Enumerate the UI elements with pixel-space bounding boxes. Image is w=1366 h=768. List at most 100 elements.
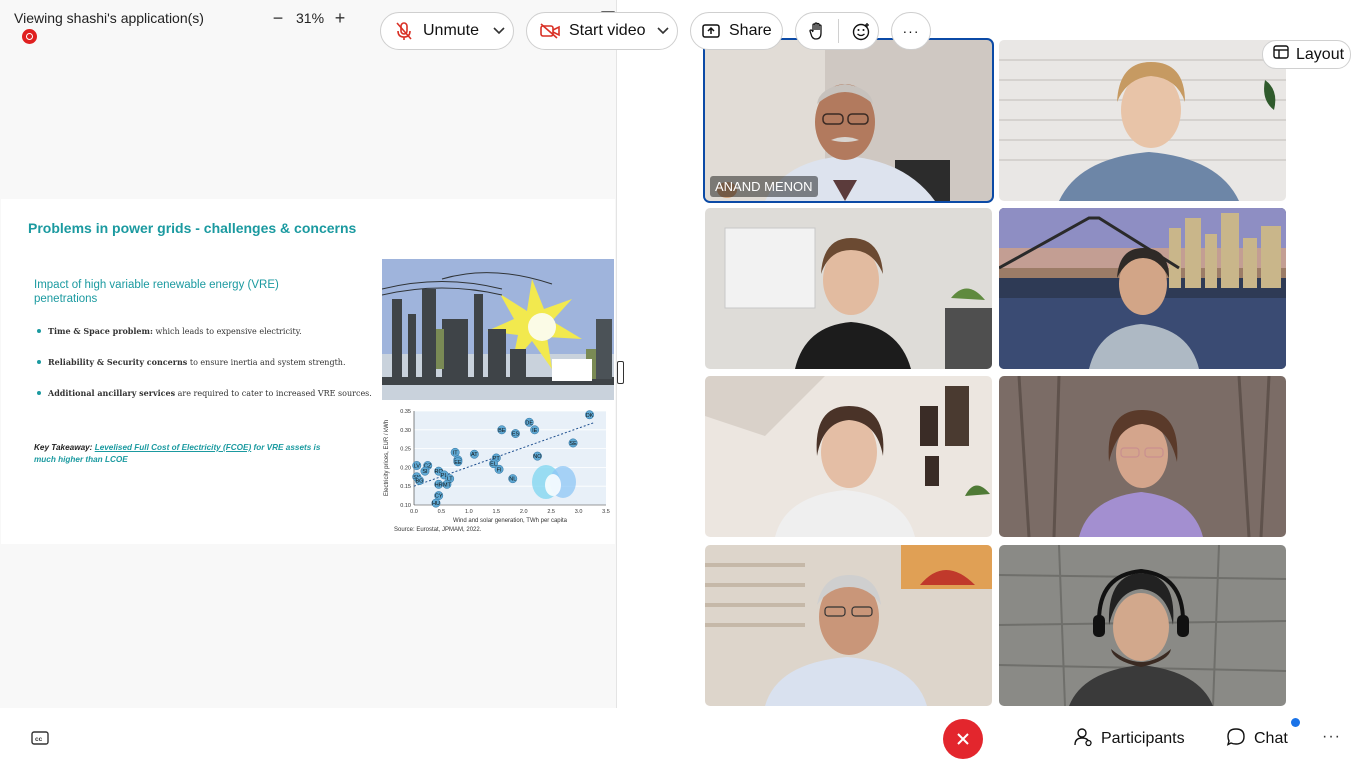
- y-tick-label: 0.20: [400, 465, 411, 471]
- y-axis-label: Electricity prices, EUR / kWh: [384, 420, 390, 496]
- slide-bullet: Time & Space problem: which leads to exp…: [37, 326, 302, 336]
- participants-button[interactable]: Participants: [1073, 727, 1185, 751]
- start-video-button[interactable]: Start video: [526, 12, 678, 50]
- presentation-slide: Problems in power grids - challenges & c…: [1, 199, 615, 544]
- data-point-label: SI: [422, 469, 428, 475]
- shared-content-pane: Viewing shashi's application(s) − 31% + …: [0, 0, 616, 708]
- data-point: BG: [415, 476, 424, 486]
- unmute-label: Unmute: [423, 22, 480, 39]
- share-label: Share: [729, 22, 772, 39]
- data-point-label: EE: [454, 460, 462, 466]
- x-tick-label: 3.0: [575, 509, 583, 515]
- zoom-out-button[interactable]: −: [267, 7, 289, 29]
- pane-divider: [616, 0, 617, 708]
- recording-dot-icon: [22, 29, 37, 44]
- share-screen-icon: [702, 23, 720, 39]
- x-axis-label: Wind and solar generation, TWh per capit…: [453, 518, 568, 524]
- start-video-label: Start video: [569, 22, 646, 39]
- data-point-label: ES: [512, 432, 520, 438]
- data-point: SI: [420, 466, 430, 476]
- y-tick-label: 0.25: [400, 447, 411, 453]
- data-point-label: LV: [414, 464, 421, 470]
- share-title: Viewing shashi's application(s): [14, 10, 204, 26]
- chat-button[interactable]: Chat: [1226, 727, 1288, 751]
- data-point-label: AT: [471, 452, 478, 458]
- data-point: BE: [497, 425, 507, 435]
- data-point: MT: [442, 479, 452, 489]
- bullet-bold: Time & Space problem:: [48, 326, 153, 336]
- participant-tile-3[interactable]: [705, 208, 992, 369]
- data-point: DE: [524, 417, 534, 427]
- bullet-text: to ensure inertia and system strength.: [187, 358, 346, 367]
- data-point-label: MT: [443, 482, 452, 488]
- data-point-label: DE: [525, 420, 533, 426]
- bullet-text: are required to cater to increased VRE s…: [175, 389, 372, 398]
- chat-notification-dot: [1291, 718, 1300, 727]
- y-tick-label: 0.30: [400, 428, 411, 434]
- data-point-label: FI: [497, 467, 502, 473]
- x-tick-label: 2.5: [547, 509, 555, 515]
- participants-icon: [1073, 727, 1093, 752]
- participant-tile-anand-menon[interactable]: ANAND MENON: [703, 38, 994, 203]
- closed-captions-icon: cc: [31, 731, 49, 745]
- captions-button[interactable]: cc: [31, 731, 49, 746]
- chat-bubble-icon: [1226, 727, 1246, 752]
- data-point-label: BG: [416, 479, 424, 485]
- x-tick-label: 0.0: [410, 509, 418, 515]
- x-tick-label: 3.5: [602, 509, 610, 515]
- resize-handle[interactable]: [617, 361, 624, 384]
- participant-tile-4[interactable]: [999, 208, 1286, 369]
- takeaway-link: Levelised Full Cost of Electricity (FCOE…: [94, 443, 252, 452]
- more-options-button[interactable]: ···: [891, 12, 931, 50]
- share-header: Viewing shashi's application(s) − 31% +: [0, 0, 616, 36]
- data-point: ES: [511, 429, 520, 439]
- data-point: EE: [453, 457, 463, 467]
- leave-meeting-button[interactable]: [943, 719, 983, 759]
- zoom-level: 31%: [296, 10, 325, 26]
- slide-bullet: Reliability & Security concerns to ensur…: [37, 357, 346, 367]
- data-point: LV: [412, 461, 422, 470]
- data-point-label: HR: [435, 482, 443, 488]
- chevron-down-icon[interactable]: [657, 27, 670, 35]
- data-point-label: NL: [509, 477, 516, 483]
- participant-tile-8[interactable]: [999, 545, 1286, 706]
- share-button[interactable]: Share: [690, 12, 783, 50]
- layout-grid-icon: [1273, 45, 1289, 64]
- layout-button[interactable]: Layout: [1262, 40, 1351, 69]
- x-tick-label: 1.5: [492, 509, 500, 515]
- participant-tile-7[interactable]: [705, 545, 992, 706]
- x-tick-label: 2.0: [520, 509, 528, 515]
- chat-label: Chat: [1254, 730, 1288, 747]
- copilot-logo: [532, 465, 576, 499]
- reaction-smiley-icon[interactable]: [852, 22, 871, 41]
- chevron-down-icon[interactable]: [493, 27, 505, 35]
- microphone-muted-icon: [395, 21, 413, 41]
- layout-label: Layout: [1296, 45, 1345, 63]
- chart-source: Source: Eurostat, JPMAM, 2022.: [394, 527, 482, 533]
- power-grid-illustration: [382, 259, 614, 400]
- more-options-icon: ···: [902, 23, 920, 39]
- unmute-button[interactable]: Unmute: [380, 12, 514, 50]
- participant-tile-2[interactable]: [999, 40, 1286, 201]
- data-point-label: HU: [432, 501, 440, 507]
- data-point: CY: [434, 491, 444, 501]
- reactions-group: [795, 12, 879, 50]
- video-off-icon: [540, 23, 560, 39]
- participant-tile-6[interactable]: [999, 376, 1286, 537]
- raise-hand-icon[interactable]: [809, 22, 825, 40]
- data-point-label: IE: [532, 428, 538, 434]
- data-point: IT: [450, 447, 460, 457]
- zoom-in-button[interactable]: +: [329, 7, 351, 29]
- overflow-menu-button[interactable]: ···: [1322, 728, 1341, 746]
- divider: [838, 19, 839, 43]
- y-tick-label: 0.15: [400, 484, 411, 490]
- data-point: DK: [585, 410, 594, 420]
- scatter-chart: 0.0 0.5 1.0 1.5 2.0 2.5 3.0 3.5 0.10 0.15 0.20 0.2…: [384, 409, 610, 533]
- bullet-bold: Reliability & Security concerns: [48, 357, 188, 367]
- participant-tile-5[interactable]: [705, 376, 992, 537]
- data-point: IE: [530, 425, 540, 435]
- takeaway-label: Key Takeaway:: [34, 443, 93, 452]
- x-tick-label: 1.0: [465, 509, 473, 515]
- data-point-label: SE: [569, 441, 577, 447]
- bullet-text: which leads to expensive electricity.: [152, 327, 302, 336]
